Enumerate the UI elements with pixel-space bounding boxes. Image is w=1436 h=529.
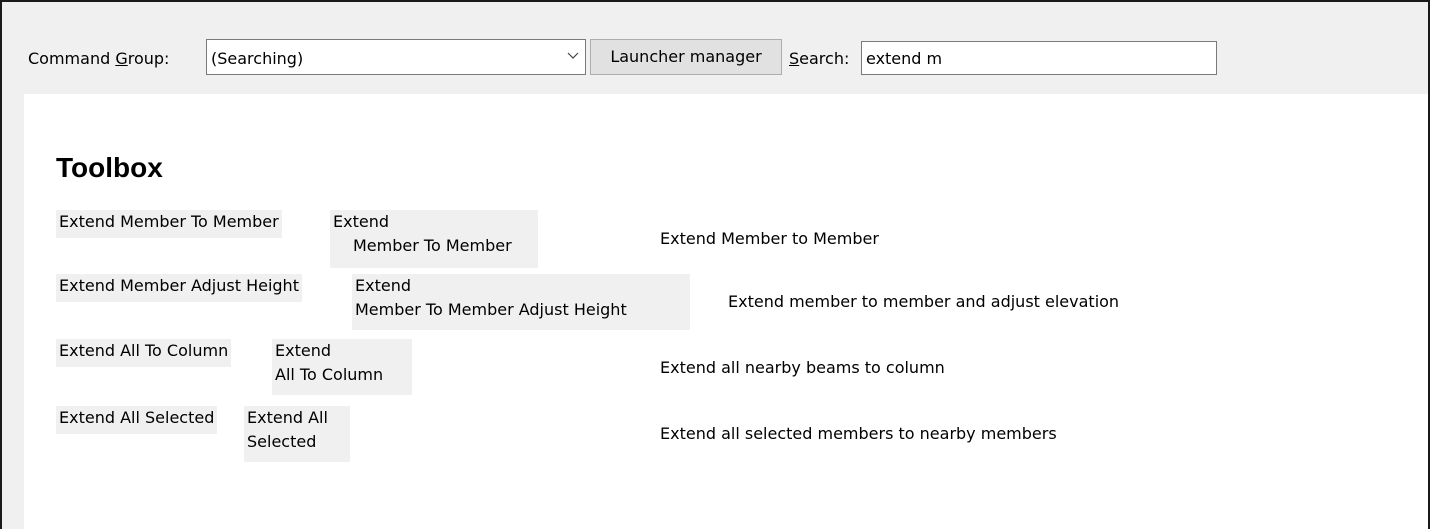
tool-button-line1: Extend [355,276,411,295]
toolbox-panel: Toolbox Extend Member To Member Extend M… [24,94,1428,529]
tool-name-label: Extend All Selected [56,406,218,434]
window: Command Group: (Searching) Launcher mana… [0,0,1430,529]
toolbar: Command Group: (Searching) Launcher mana… [2,2,1428,94]
tool-button[interactable]: Extend All Selected [244,406,350,462]
tool-button-line2: Selected [247,432,317,451]
command-group-label: Command Group: [28,49,170,68]
search-input[interactable] [861,41,1217,75]
tool-button-line2: Member To Member Adjust Height [355,300,627,319]
tool-description: Extend all selected members to nearby me… [660,424,1057,443]
tool-button-line1: Extend [333,212,389,231]
search-label: Search: [789,49,850,68]
tool-button-line2: All To Column [275,365,384,384]
tool-description: Extend member to member and adjust eleva… [728,292,1120,311]
tool-name-label: Extend Member Adjust Height [56,274,302,302]
tool-button[interactable]: Extend Member To Member [330,210,538,268]
tool-button[interactable]: Extend Member To Member Adjust Height [352,274,690,330]
tool-name-label: Extend All To Column [56,339,232,367]
launcher-manager-button[interactable]: Launcher manager [590,39,782,75]
tool-description: Extend Member to Member [660,229,879,248]
tool-button-line1: Extend All [247,408,328,427]
tool-description: Extend all nearby beams to column [660,358,945,377]
tool-button-line1: Extend [275,341,331,360]
command-group-dropdown[interactable]: (Searching) [206,39,586,75]
tool-name-label: Extend Member To Member [56,210,282,238]
toolbox-heading: Toolbox [56,152,163,183]
chevron-down-icon [567,52,579,59]
tool-button-line2: Member To Member [353,236,512,255]
tool-button[interactable]: Extend All To Column [272,339,412,395]
command-group-value: (Searching) [211,49,304,68]
